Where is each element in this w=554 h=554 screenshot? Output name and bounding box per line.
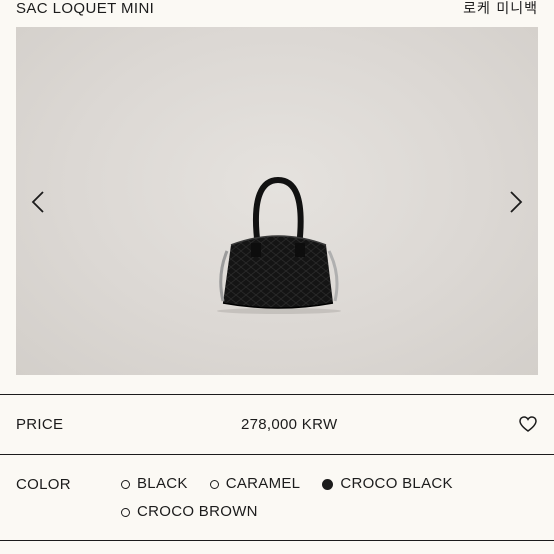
color-option-label: CARAMEL xyxy=(225,475,301,492)
radio-icon[interactable] xyxy=(121,479,130,489)
divider xyxy=(0,394,554,395)
product-photo-handbag xyxy=(217,176,341,314)
color-option-croco-brown[interactable]: CROCO BROWN xyxy=(121,500,538,524)
radio-icon[interactable] xyxy=(209,479,219,489)
color-option-label: CROCO BLACK xyxy=(340,475,453,492)
color-option-label: CROCO BROWN xyxy=(137,503,258,520)
price-label: PRICE xyxy=(16,415,64,433)
divider xyxy=(0,454,554,455)
color-option-black[interactable]: BLACK xyxy=(121,472,188,496)
price-row: PRICE 278,000 KRW xyxy=(16,396,538,452)
color-option-caramel[interactable]: CARAMEL xyxy=(209,472,301,496)
radio-icon[interactable] xyxy=(121,507,130,517)
product-name: SAC LOQUET MINI xyxy=(16,0,155,17)
color-option-label: BLACK xyxy=(137,475,188,492)
color-selector: COLOR BLACK CARAMEL CROCO BLACK CROCO BR… xyxy=(16,472,538,524)
color-option-croco-black[interactable]: CROCO BLACK xyxy=(322,472,453,496)
product-name-korean: 로케 미니백 xyxy=(463,1,538,17)
price-value: 278,000 KRW xyxy=(241,415,338,433)
product-image-carousel[interactable] xyxy=(16,27,538,375)
radio-checked-icon[interactable] xyxy=(322,478,334,490)
color-options: BLACK CARAMEL CROCO BLACK CROCO BROWN xyxy=(121,472,538,524)
chevron-left-icon[interactable] xyxy=(26,187,50,217)
color-label: COLOR xyxy=(16,476,71,493)
divider xyxy=(0,540,554,541)
product-title-bar: SAC LOQUET MINI 로케 미니백 xyxy=(16,0,538,20)
heart-icon[interactable] xyxy=(518,414,538,434)
chevron-right-icon[interactable] xyxy=(504,187,528,217)
